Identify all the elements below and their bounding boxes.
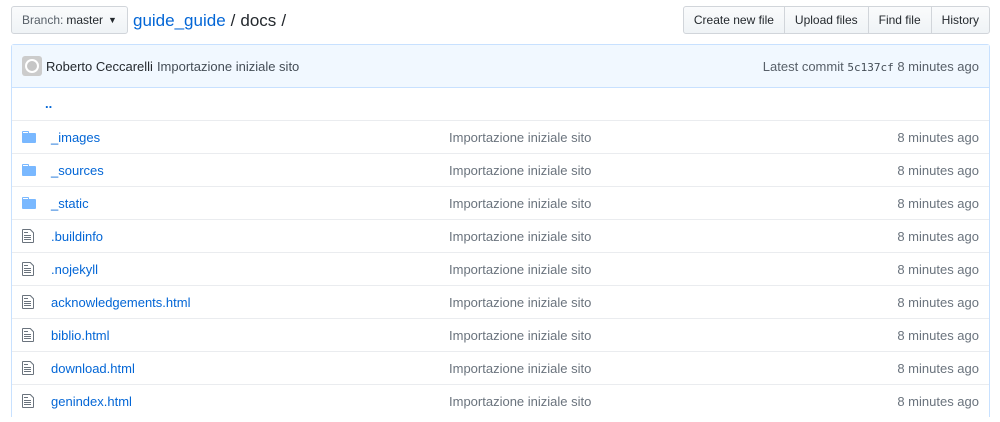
file-commit-message[interactable]: Importazione iniziale sito <box>449 295 591 310</box>
find-file-button[interactable]: Find file <box>867 6 932 34</box>
file-icon <box>12 393 51 409</box>
file-row: genindex.html Importazione iniziale sito… <box>12 384 989 417</box>
latest-commit-info: Latest commit 5c137cf 8 minutes ago <box>763 59 979 74</box>
file-row: _sources Importazione iniziale sito 8 mi… <box>12 153 989 186</box>
parent-directory-link[interactable]: .. <box>45 96 52 111</box>
file-name-link[interactable]: genindex.html <box>51 394 132 409</box>
file-row: .nojekyll Importazione iniziale sito 8 m… <box>12 252 989 285</box>
file-age: 8 minutes ago <box>897 327 979 343</box>
file-icon <box>12 261 51 277</box>
folder-icon <box>12 164 51 176</box>
file-row: download.html Importazione iniziale sito… <box>12 351 989 384</box>
file-icon <box>12 294 51 310</box>
file-age: 8 minutes ago <box>897 294 979 310</box>
file-icon <box>12 327 51 343</box>
file-name-link[interactable]: .nojekyll <box>51 262 98 277</box>
file-age: 8 minutes ago <box>897 129 979 145</box>
breadcrumb-trailing-separator: / <box>281 11 287 30</box>
breadcrumb-current-dir: docs <box>240 11 277 30</box>
file-name-link[interactable]: _images <box>51 130 100 145</box>
file-age: 8 minutes ago <box>897 393 979 409</box>
chevron-down-icon: ▼ <box>108 15 117 25</box>
file-name-link[interactable]: _sources <box>51 163 104 178</box>
file-age: 8 minutes ago <box>897 261 979 277</box>
file-age: 8 minutes ago <box>897 195 979 211</box>
file-icon <box>12 360 51 376</box>
file-row: _static Importazione iniziale sito 8 min… <box>12 186 989 219</box>
file-name-link[interactable]: .buildinfo <box>51 229 103 244</box>
file-icon <box>12 228 51 244</box>
file-commit-message[interactable]: Importazione iniziale sito <box>449 229 591 244</box>
file-name-link[interactable]: biblio.html <box>51 328 110 343</box>
file-commit-message[interactable]: Importazione iniziale sito <box>449 394 591 409</box>
commit-sha-link[interactable]: 5c137cf <box>847 61 893 74</box>
file-age: 8 minutes ago <box>897 162 979 178</box>
file-row: biblio.html Importazione iniziale sito 8… <box>12 318 989 351</box>
file-row: .buildinfo Importazione iniziale sito 8 … <box>12 219 989 252</box>
file-commit-message[interactable]: Importazione iniziale sito <box>449 163 591 178</box>
breadcrumb-separator: / <box>230 11 236 30</box>
file-actions: Create new file Upload files Find file H… <box>682 6 990 34</box>
breadcrumb-repo-link[interactable]: guide_guide <box>133 10 226 32</box>
commit-age: 8 minutes ago <box>897 58 979 74</box>
branch-label: Branch: <box>22 13 64 27</box>
commit-tease: Roberto Ceccarelli Importazione iniziale… <box>12 45 989 88</box>
file-commit-message[interactable]: Importazione iniziale sito <box>449 361 591 376</box>
upload-files-button[interactable]: Upload files <box>783 6 869 34</box>
file-age: 8 minutes ago <box>897 228 979 244</box>
branch-name: master <box>66 13 104 27</box>
file-name-link[interactable]: download.html <box>51 361 135 376</box>
file-name-link[interactable]: _static <box>51 196 89 211</box>
avatar[interactable] <box>22 56 42 76</box>
file-name-link[interactable]: acknowledgements.html <box>51 295 190 310</box>
file-commit-message[interactable]: Importazione iniziale sito <box>449 328 591 343</box>
folder-icon <box>12 131 51 143</box>
commit-author[interactable]: Roberto Ceccarelli <box>46 59 153 74</box>
history-button[interactable]: History <box>930 6 990 34</box>
file-commit-message[interactable]: Importazione iniziale sito <box>449 196 591 211</box>
octocat-icon <box>25 59 39 73</box>
file-age: 8 minutes ago <box>897 360 979 376</box>
folder-icon <box>12 197 51 209</box>
create-new-file-button[interactable]: Create new file <box>682 6 785 34</box>
breadcrumb: guide_guide / docs / <box>133 10 291 32</box>
file-list: Roberto Ceccarelli Importazione iniziale… <box>11 44 990 417</box>
file-commit-message[interactable]: Importazione iniziale sito <box>449 130 591 145</box>
file-commit-message[interactable]: Importazione iniziale sito <box>449 262 591 277</box>
parent-directory-row: .. <box>12 88 989 120</box>
latest-commit-label: Latest commit <box>762 58 844 74</box>
file-row: acknowledgements.html Importazione inizi… <box>12 285 989 318</box>
branch-select-button[interactable]: Branch: master ▼ <box>11 6 128 34</box>
file-navigation: Branch: master ▼ guide_guide / docs / Cr… <box>0 0 1000 44</box>
file-row: _images Importazione iniziale sito 8 min… <box>12 120 989 153</box>
commit-message[interactable]: Importazione iniziale sito <box>157 59 299 74</box>
